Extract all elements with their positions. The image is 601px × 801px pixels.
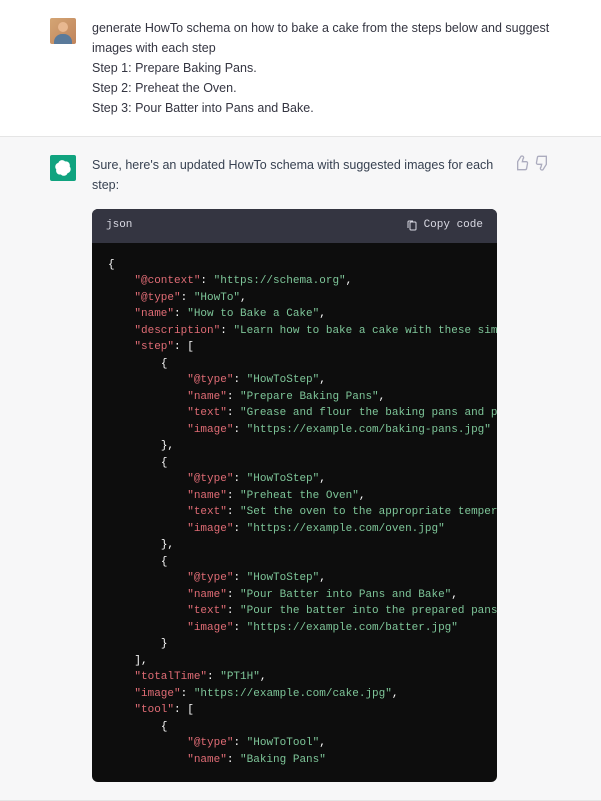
thumbs-up-icon[interactable]: [513, 155, 529, 171]
user-text: generate HowTo schema on how to bake a c…: [92, 18, 551, 118]
assistant-avatar: [50, 155, 76, 181]
thumbs-down-icon[interactable]: [535, 155, 551, 171]
copy-code-button[interactable]: Copy code: [406, 217, 483, 235]
code-content[interactable]: { "@context": "https://schema.org", "@ty…: [92, 243, 497, 783]
code-language-label: json: [106, 217, 132, 235]
user-message: generate HowTo schema on how to bake a c…: [0, 0, 601, 137]
user-avatar: [50, 18, 76, 44]
user-line: Step 2: Preheat the Oven.: [92, 78, 551, 98]
clipboard-icon: [406, 220, 418, 232]
assistant-message: Sure, here's an updated HowTo schema wit…: [0, 137, 601, 801]
user-line: Step 3: Pour Batter into Pans and Bake.: [92, 98, 551, 118]
user-line: Step 1: Prepare Baking Pans.: [92, 58, 551, 78]
feedback-buttons: [513, 155, 551, 782]
assistant-content: Sure, here's an updated HowTo schema wit…: [92, 155, 497, 782]
code-block: json Copy code { "@context": "https://sc…: [92, 209, 497, 782]
assistant-intro: Sure, here's an updated HowTo schema wit…: [92, 155, 497, 195]
user-line: generate HowTo schema on how to bake a c…: [92, 18, 551, 58]
copy-code-label: Copy code: [424, 217, 483, 235]
code-header: json Copy code: [92, 209, 497, 243]
